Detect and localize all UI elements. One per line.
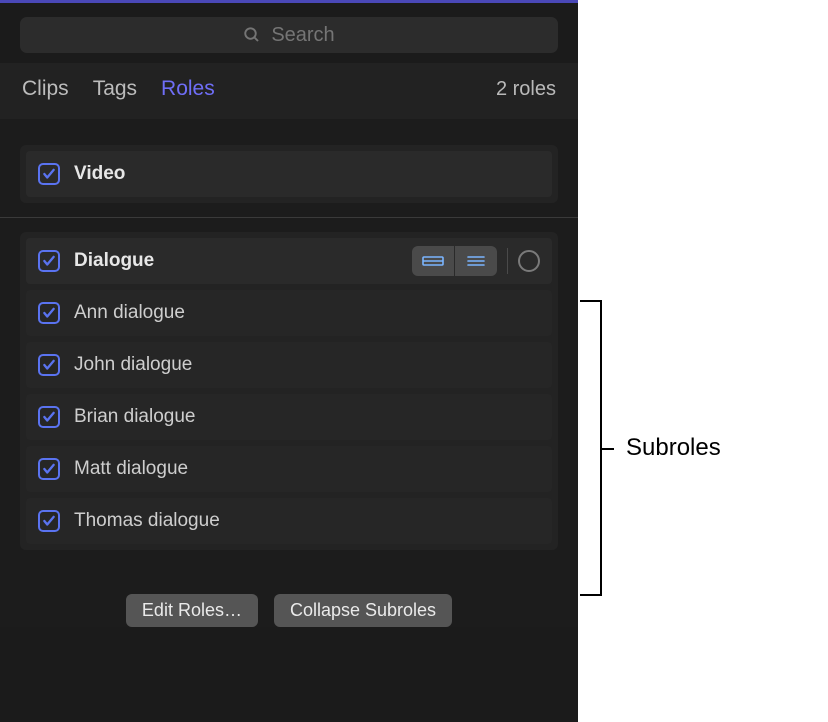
subroles-annotation: Subroles (580, 300, 721, 596)
bracket-icon (580, 300, 602, 596)
subrole-row[interactable]: John dialogue (26, 342, 552, 388)
subrole-checkbox[interactable] (38, 354, 60, 376)
annotation-label: Subroles (626, 434, 721, 462)
search-field[interactable]: Search (20, 17, 558, 53)
search-placeholder: Search (271, 24, 334, 47)
video-role-group: Video (20, 145, 558, 203)
footer-buttons: Edit Roles… Collapse Subroles (20, 550, 558, 627)
tab-clips[interactable]: Clips (22, 77, 69, 101)
dialogue-role-header[interactable]: Dialogue (26, 238, 552, 284)
roles-list: Video Dialogue (0, 119, 578, 627)
tabs-background: Clips Tags Roles 2 roles (0, 63, 578, 119)
subrole-label: Thomas dialogue (74, 510, 220, 532)
subrole-checkbox[interactable] (38, 458, 60, 480)
subrole-row[interactable]: Ann dialogue (26, 290, 552, 336)
tab-tags[interactable]: Tags (93, 77, 137, 101)
collapse-subroles-button[interactable]: Collapse Subroles (274, 594, 452, 627)
dialogue-checkbox[interactable] (38, 250, 60, 272)
subrole-label: Matt dialogue (74, 458, 188, 480)
search-icon (243, 26, 261, 44)
list-view-button[interactable] (455, 246, 497, 276)
lane-view-button[interactable] (412, 246, 454, 276)
dialogue-role-label: Dialogue (74, 250, 154, 272)
subrole-checkbox[interactable] (38, 510, 60, 532)
tab-bar: Clips Tags Roles 2 roles (0, 71, 578, 119)
subrole-row[interactable]: Brian dialogue (26, 394, 552, 440)
roles-count-label: 2 roles (496, 78, 556, 101)
subrole-label: Ann dialogue (74, 302, 185, 324)
controls-divider (507, 248, 508, 274)
dialogue-view-controls (412, 246, 540, 276)
subrole-label: John dialogue (74, 354, 192, 376)
solo-button[interactable] (518, 250, 540, 272)
subrole-label: Brian dialogue (74, 406, 195, 428)
tab-roles[interactable]: Roles (161, 77, 215, 101)
subrole-checkbox[interactable] (38, 302, 60, 324)
roles-panel: Search Clips Tags Roles 2 roles Video (0, 0, 578, 722)
video-role-label: Video (74, 163, 125, 185)
group-divider (0, 217, 578, 218)
dialogue-role-group: Dialogue Ann dialogue (20, 232, 558, 550)
subrole-checkbox[interactable] (38, 406, 60, 428)
edit-roles-button[interactable]: Edit Roles… (126, 594, 258, 627)
subrole-row[interactable]: Thomas dialogue (26, 498, 552, 544)
video-checkbox[interactable] (38, 163, 60, 185)
video-role-header[interactable]: Video (26, 151, 552, 197)
subrole-row[interactable]: Matt dialogue (26, 446, 552, 492)
